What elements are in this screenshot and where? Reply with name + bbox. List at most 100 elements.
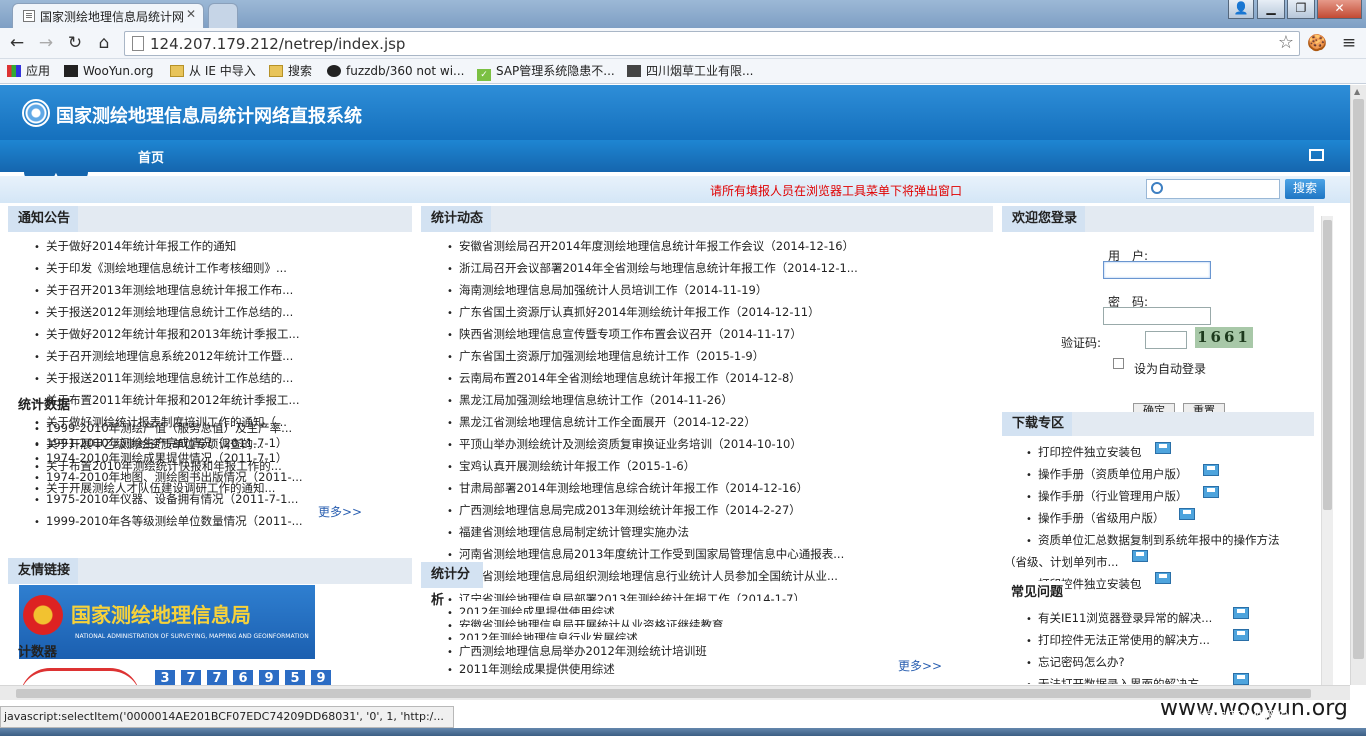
back-arrow-icon[interactable]: ← bbox=[6, 32, 28, 54]
panel-scroll-thumb[interactable] bbox=[1323, 220, 1332, 510]
list-item[interactable]: 1974-2010年测绘成果提供情况（2011-7-1） bbox=[34, 451, 304, 466]
list-item[interactable]: 1991-2010年测绘生产完成情况（2011-7-1） bbox=[34, 436, 304, 451]
captcha-image[interactable]: 1661 bbox=[1195, 327, 1253, 348]
list-item[interactable]: 甘肃局部署2014年测绘地理信息综合统计年报工作（2014-12-16） bbox=[447, 477, 867, 499]
tab-close-icon[interactable]: ✕ bbox=[186, 7, 196, 21]
bookmark-fuzzdb[interactable]: fuzzdb/360 not wi... bbox=[327, 63, 464, 80]
download-floppy-icon[interactable] bbox=[1155, 572, 1171, 584]
list-item[interactable]: 关于召开测绘地理信息系统2012年统计工作暨... bbox=[34, 345, 312, 367]
vertical-scrollbar[interactable]: ▲ bbox=[1350, 85, 1366, 685]
list-item[interactable]: 关于报送2012年测绘地理信息统计工作总结的... bbox=[34, 301, 312, 323]
list-item[interactable]: 黑龙江局加强测绘地理信息统计工作（2014-11-26） bbox=[447, 389, 867, 411]
panel-scrollbar[interactable] bbox=[1321, 216, 1333, 686]
bookmark-apps[interactable]: 应用 bbox=[7, 63, 50, 80]
password-input[interactable] bbox=[1103, 307, 1211, 325]
list-item[interactable]: 平顶山举办测绘统计及测绘资质复审换证业务培训（2014-10-10） bbox=[447, 433, 867, 455]
list-item[interactable]: 无法打开数据录入界面的解决方... bbox=[1026, 673, 1316, 684]
address-bar[interactable]: 124.207.179.212/netrep/index.jsp ☆ bbox=[124, 31, 1300, 56]
horizontal-scrollbar[interactable] bbox=[0, 685, 1350, 700]
forward-arrow-icon[interactable]: → bbox=[35, 32, 57, 54]
list-item[interactable]: 陕西省测绘地理信息宣传暨专项工作布置会议召开（2014-11-17） bbox=[447, 323, 867, 345]
list-item[interactable]: 云南局布置2014年全省测绘地理信息统计年报工作（2014-12-8） bbox=[447, 367, 867, 389]
list-item[interactable]: 操作手册（行业管理用户版） bbox=[1026, 485, 1316, 507]
analysis-more-link[interactable]: 更多>> bbox=[898, 657, 942, 674]
list-item[interactable]: 操作手册（省级用户版） bbox=[1026, 507, 1316, 529]
list-item[interactable]: 安徽省测绘地理信息局开展统计从业资格证继续教育 bbox=[447, 614, 827, 627]
faq-floppy-icon[interactable] bbox=[1233, 607, 1249, 619]
menu-icon[interactable]: ≡ bbox=[1338, 32, 1360, 54]
list-item[interactable]: 1975-2010年仪器、设备拥有情况（2011-7-1... bbox=[34, 488, 304, 510]
list-item[interactable]: 1999-2010年各等级测绘单位数量情况（2011-... bbox=[34, 510, 304, 532]
download-item-cont[interactable]: （省级、计划单列市... bbox=[1004, 554, 1118, 570]
nav-home[interactable]: 首页 bbox=[138, 147, 164, 166]
maximize-button[interactable]: ❐ bbox=[1287, 0, 1315, 19]
list-item[interactable]: 河南省测绘地理信息局2013年度统计工作受到国家局管理信息中心通报表... bbox=[447, 543, 867, 565]
list-item[interactable]: 广东省国土资源厅加强测绘地理信息统计工作（2015-1-9） bbox=[447, 345, 867, 367]
list-item[interactable]: 关于布置2011年统计年报和2012年统计季报工... bbox=[34, 389, 312, 411]
download-floppy-icon[interactable] bbox=[1179, 508, 1195, 520]
link-banner[interactable]: 国家测绘地理信息局 NATIONAL ADMINISTRATION OF SUR… bbox=[19, 585, 315, 659]
list-item[interactable]: 忘记密码怎么办? bbox=[1026, 651, 1316, 673]
search-button[interactable]: 搜索 bbox=[1285, 179, 1325, 199]
list-item[interactable]: 关于做好2014年统计年报工作的通知 bbox=[34, 235, 312, 257]
window-icon[interactable] bbox=[1309, 149, 1324, 161]
list-item[interactable]: 黑龙江省测绘地理信息统计工作全面展开（2014-12-22） bbox=[447, 411, 867, 433]
search-input[interactable] bbox=[1146, 179, 1280, 199]
scroll-up-icon[interactable]: ▲ bbox=[1354, 87, 1360, 96]
list-item[interactable]: 关于做好2012年统计年报和2013年统计季报工... bbox=[34, 323, 312, 345]
list-item[interactable]: 关于报送2011年测绘地理信息统计工作总结的... bbox=[34, 367, 312, 389]
list-item[interactable]: 2012年测绘地理信息行业发展综述 bbox=[447, 627, 827, 640]
list-item[interactable]: 打印控件独立安装包 bbox=[1026, 441, 1316, 463]
list-item[interactable]: 1974-2010年地图、测绘图书出版情况（2011-... bbox=[34, 466, 304, 488]
list-item[interactable]: 浙江局召开会议部署2014年全省测绘与地理信息统计年报工作（2014-12-1.… bbox=[447, 257, 867, 279]
site-logo-icon bbox=[22, 99, 50, 127]
faq-floppy-icon[interactable] bbox=[1233, 673, 1249, 685]
list-item[interactable]: 辽宁省测绘地理信息局部署2013年测绘统计年报工作（2014-1-7） bbox=[447, 588, 827, 601]
username-input[interactable] bbox=[1103, 261, 1211, 279]
faq-floppy-icon[interactable] bbox=[1233, 629, 1249, 641]
home-icon[interactable]: ⌂ bbox=[93, 32, 115, 54]
wooyun-icon bbox=[64, 65, 78, 77]
browser-tab-active[interactable]: 国家测绘地理信息局统计网 ✕ bbox=[12, 3, 204, 28]
user-profile-icon[interactable]: 👤 bbox=[1228, 0, 1254, 19]
list-item[interactable]: 宝鸡认真开展测绘统计年报工作（2015-1-6） bbox=[447, 455, 867, 477]
bookmark-star-icon[interactable]: ☆ bbox=[1278, 32, 1294, 53]
bookmark-search[interactable]: 搜索 bbox=[269, 63, 312, 80]
list-item[interactable]: 2012年测绘成果提供使用综述 bbox=[447, 601, 827, 614]
remember-checkbox[interactable] bbox=[1113, 358, 1124, 369]
list-item[interactable]: 关于召开2013年测绘地理信息统计年报工作布... bbox=[34, 279, 312, 301]
list-item[interactable]: 海南测绘地理信息局加强统计人员培训工作（2014-11-19） bbox=[447, 279, 867, 301]
list-item[interactable]: 海南省测绘地理信息局组织测绘地理信息行业统计人员参加全国统计从业... bbox=[447, 565, 867, 587]
list-item[interactable]: 打印控件无法正常使用的解决方... bbox=[1026, 629, 1316, 651]
stats-data-more-link[interactable]: 更多>> bbox=[318, 503, 362, 520]
list-item[interactable]: 福建省测绘地理信息局制定统计管理实施办法 bbox=[447, 521, 867, 543]
window-close-button[interactable]: ✕ bbox=[1317, 0, 1362, 19]
list-item[interactable]: 有关IE11浏览器登录异常的解决... bbox=[1026, 607, 1316, 629]
bookmark-sap[interactable]: ✓ SAP管理系统隐患不... bbox=[477, 63, 615, 81]
list-item[interactable]: 2011年测绘成果提供使用综述 bbox=[447, 658, 827, 680]
list-item[interactable]: 广西测绘地理信息局举办2012年测绘统计培训班 bbox=[447, 640, 827, 658]
list-item[interactable]: 安徽省测绘局召开2014年度测绘地理信息统计年报工作会议（2014-12-16） bbox=[447, 235, 867, 257]
list-item[interactable]: 1999-2010年测绘产值（服务总值）及生产率... bbox=[34, 421, 304, 436]
scroll-thumb[interactable] bbox=[1353, 99, 1364, 659]
download-floppy-icon[interactable] bbox=[1203, 464, 1219, 476]
bookmark-wooyun[interactable]: WooYun.org bbox=[64, 63, 154, 80]
list-item[interactable]: 关于印发《测绘地理信息统计工作考核细则》... bbox=[34, 257, 312, 279]
list-item[interactable]: 操作手册（资质单位用户版） bbox=[1026, 463, 1316, 485]
bookmark-ie-import[interactable]: 从 IE 中导入 bbox=[170, 63, 256, 80]
list-item[interactable]: 打印控件独立安装包 bbox=[1026, 573, 1316, 595]
scroll-thumb[interactable] bbox=[16, 689, 1311, 698]
download-floppy-icon[interactable] bbox=[1155, 442, 1171, 454]
download-floppy-icon[interactable] bbox=[1132, 550, 1148, 562]
list-item[interactable]: 广西测绘地理信息局完成2013年测绘统计年报工作（2014-2-27） bbox=[447, 499, 867, 521]
minimize-button[interactable]: ▁ bbox=[1257, 0, 1285, 19]
bookmark-sichuan[interactable]: 四川烟草工业有限... bbox=[627, 63, 753, 80]
new-tab-button[interactable] bbox=[208, 3, 238, 28]
list-item[interactable]: 资质单位汇总数据复制到系统年报中的操作方法 bbox=[1026, 529, 1316, 551]
extension-cookie-icon[interactable]: 🍪 bbox=[1306, 32, 1328, 54]
list-item[interactable]: 广东省国土资源厅认真抓好2014年测绘统计年报工作（2014-12-11） bbox=[447, 301, 867, 323]
captcha-input[interactable] bbox=[1145, 331, 1187, 349]
downloads-list-last: 打印控件独立安装包 bbox=[1026, 573, 1316, 595]
download-floppy-icon[interactable] bbox=[1203, 486, 1219, 498]
reload-icon[interactable]: ↻ bbox=[64, 32, 86, 54]
